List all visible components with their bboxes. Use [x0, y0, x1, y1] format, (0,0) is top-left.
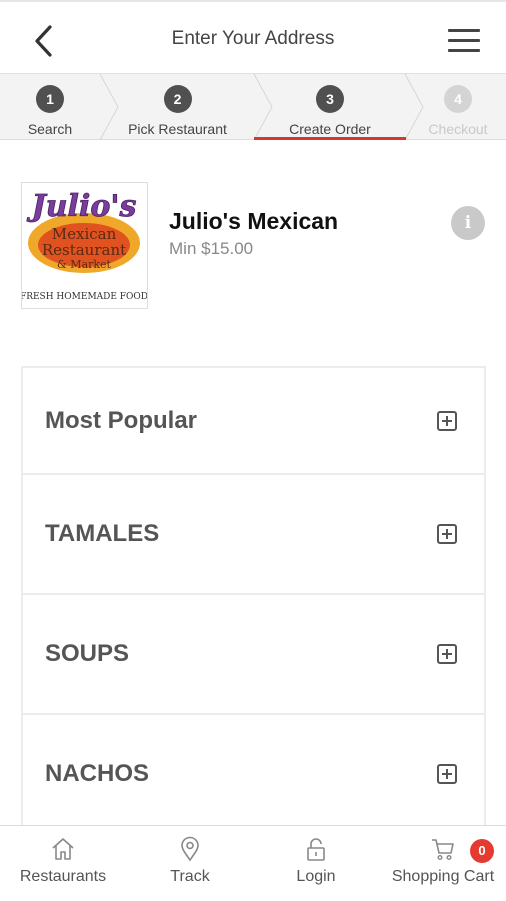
restaurant-header: Julio's Mexican Restaurant & Market "FRE…: [16, 182, 486, 312]
logo-text: & Market: [57, 258, 112, 271]
nav-label: Shopping Cart: [391, 868, 495, 885]
category-name: SOUPS: [45, 640, 130, 667]
expand-plus-icon[interactable]: [437, 644, 457, 664]
category-name: Most Popular: [45, 406, 198, 434]
expand-plus-icon[interactable]: [437, 524, 457, 544]
expand-plus-icon[interactable]: [437, 764, 457, 784]
bottom-navigation: Restaurants Track Login 0 Shopping Cart: [0, 825, 506, 900]
expand-plus-icon[interactable]: [437, 410, 457, 431]
lock-icon: [307, 838, 325, 861]
order-progress-steps: 1 Search 2 Pick Restaurant 3 Create Orde…: [0, 74, 506, 140]
step-label: Search: [27, 121, 73, 137]
map-pin-icon: [181, 836, 199, 862]
cart-count-badge: 0: [470, 839, 494, 863]
step-create-order[interactable]: 3 Create Order: [254, 74, 406, 140]
step-number: 3: [316, 85, 344, 113]
step-number: 4: [444, 85, 472, 113]
category-name: TAMALES: [45, 520, 160, 547]
minimum-order: Min $15.00: [169, 239, 254, 258]
cart-icon: [432, 839, 454, 861]
step-pick-restaurant[interactable]: 2 Pick Restaurant: [100, 74, 255, 140]
home-icon: [52, 838, 74, 860]
logo-text: "FRESH HOMEMADE FOOD": [22, 292, 147, 302]
category-soups[interactable]: SOUPS: [23, 595, 484, 715]
step-checkout: 4 Checkout: [410, 74, 506, 140]
nav-label: Restaurants: [19, 868, 107, 885]
category-most-popular[interactable]: Most Popular: [23, 368, 484, 475]
hamburger-menu-icon[interactable]: [448, 29, 480, 53]
step-label: Pick Restaurant: [128, 121, 227, 137]
category-nachos[interactable]: NACHOS: [23, 715, 484, 835]
category-tamales[interactable]: TAMALES: [23, 475, 484, 595]
logo-text: Restaurant: [42, 241, 126, 259]
step-number: 2: [163, 85, 192, 113]
nav-login[interactable]: Login: [253, 826, 379, 901]
step-number: 1: [36, 85, 64, 113]
top-bar: Enter Your Address: [0, 0, 506, 74]
step-search[interactable]: 1 Search: [0, 74, 100, 140]
nav-shopping-cart[interactable]: 0 Shopping Cart: [380, 826, 506, 901]
menu-categories: Most Popular TAMALES SOUPS NACHOS: [21, 366, 486, 835]
nav-track[interactable]: Track: [127, 826, 253, 901]
info-icon[interactable]: i: [451, 206, 485, 240]
nav-restaurants[interactable]: Restaurants: [0, 826, 126, 901]
restaurant-name: Julio's Mexican: [169, 208, 339, 234]
page-title[interactable]: Enter Your Address: [0, 28, 506, 50]
nav-label: Track: [170, 868, 210, 885]
restaurant-logo: Julio's Mexican Restaurant & Market "FRE…: [16, 182, 152, 309]
step-label: Create Order: [289, 121, 371, 137]
category-name: NACHOS: [45, 760, 150, 787]
step-label: Checkout: [428, 121, 488, 137]
nav-label: Login: [296, 868, 336, 885]
logo-text: Julio's: [27, 189, 137, 224]
